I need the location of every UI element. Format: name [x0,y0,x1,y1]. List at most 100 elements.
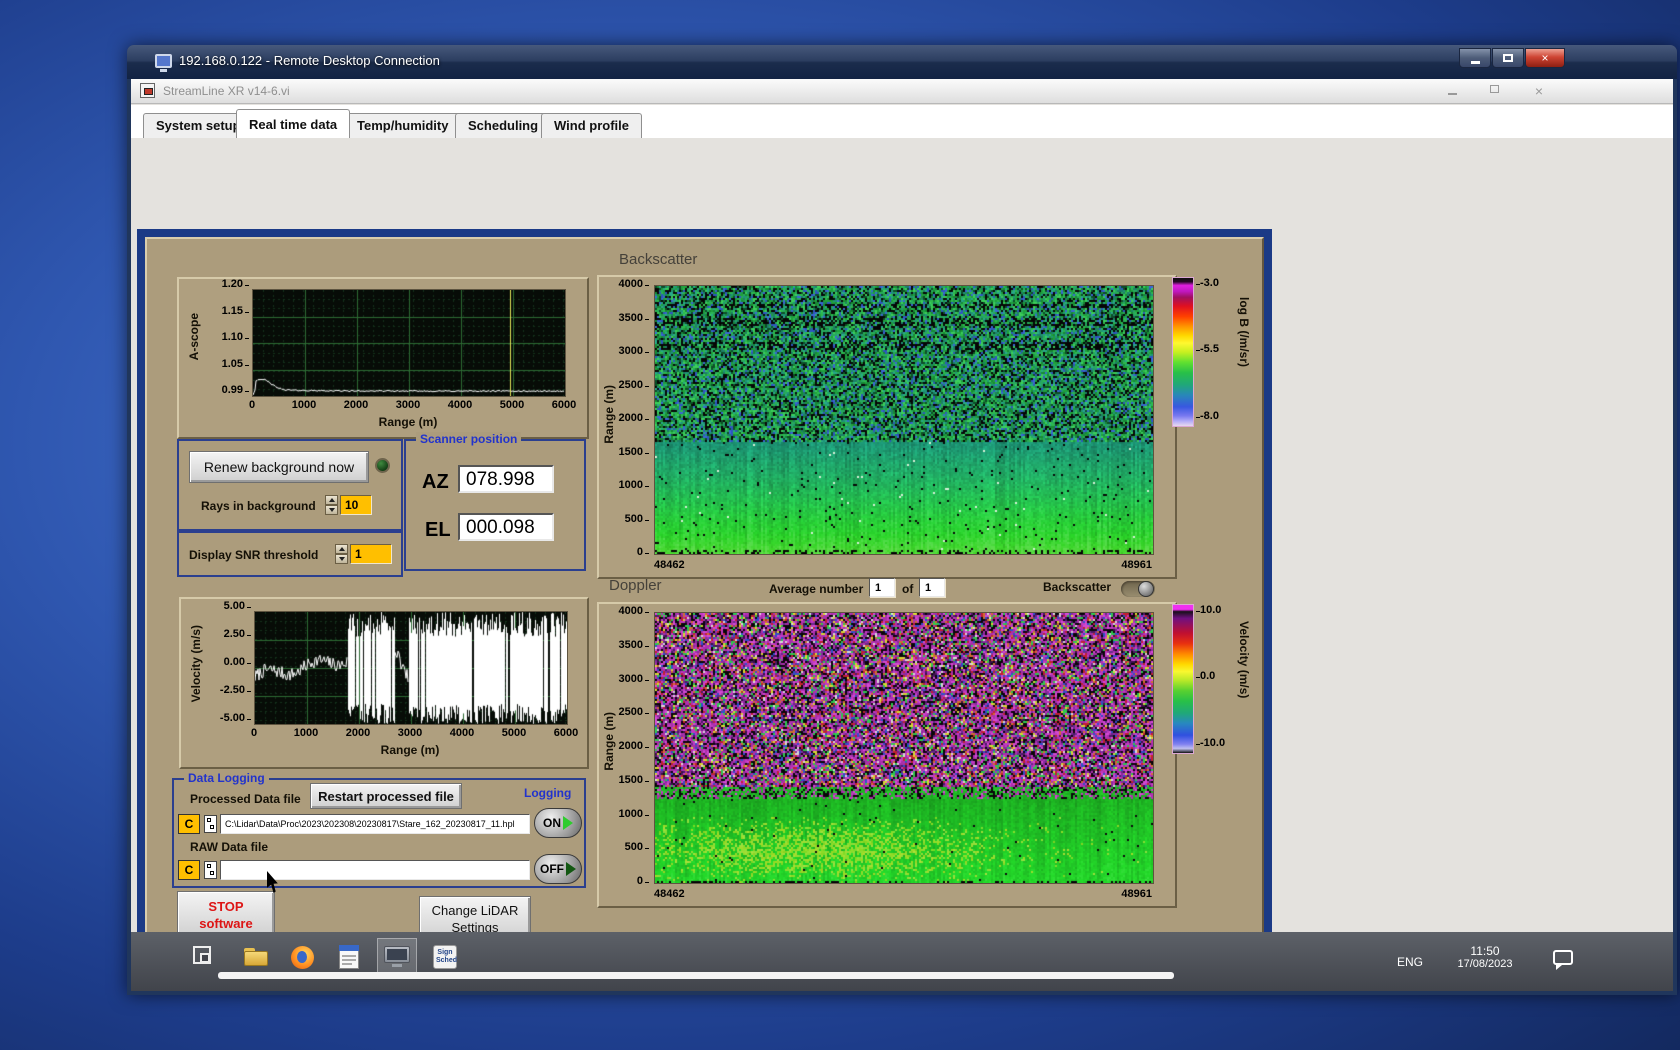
cbar-tick: -8.0 [1196,410,1219,422]
data-logging-cluster: Data Logging Processed Data file Restart… [172,771,586,888]
desktop: 192.168.0.122 - Remote Desktop Connectio… [0,0,1680,1050]
average-number-field[interactable]: 1 [869,578,895,597]
average-total-field[interactable]: 1 [919,578,945,597]
restart-processed-file-button[interactable]: Restart processed file [310,783,462,809]
rays-spinner[interactable] [325,495,338,515]
action-center-icon[interactable] [1553,950,1573,970]
tick-label: 1.15 [221,304,250,317]
remote-taskbar: Sign Sched ENG 11:50 17/08/2023 [131,932,1673,991]
el-label: EL [425,519,451,541]
tick-label: 1.20 [221,278,250,290]
backscatter-toggle-label: Backscatter [1043,580,1112,594]
front-panel: A-scope 1.20 1.15 1.10 1.05 0.99 0 1000 2000 30… [131,138,1673,967]
processed-browse-icon[interactable] [204,815,217,833]
renew-background-button[interactable]: Renew background now [189,451,369,483]
doppler-x-end: 48961 [1121,888,1152,900]
clock-time: 11:50 [1470,944,1500,958]
processed-logging-toggle[interactable]: ON [534,808,582,838]
raw-drive-selector[interactable]: C [178,860,200,880]
labview-vi-icon [140,83,155,98]
doppler-x-start: 48462 [654,888,685,900]
tick-label: 500 [624,841,650,854]
snr-cluster: Display SNR threshold 1 [177,531,403,577]
doppler-colorbar-label: Velocity (m/s) [1237,621,1251,699]
rdp-window: 192.168.0.122 - Remote Desktop Connectio… [127,45,1677,995]
tick-label: 4000 [449,727,475,739]
tick-label: 0 [636,546,650,558]
backscatter-colorbar-label: log B (/m/sr) [1237,297,1251,368]
backscatter-y-ticks: 4000 3500 3000 2500 2000 1500 1000 500 0 [609,278,650,558]
vi-minimize-icon[interactable] [1448,93,1457,95]
tick-label: 6000 [551,399,577,411]
tick-label: 1000 [293,727,319,739]
tick-label: 4000 [447,399,473,411]
doppler-graph: Range (m) 4000 3500 3000 2500 2000 1500 1000 50… [597,602,1177,908]
background-led [375,458,390,473]
clock-date: 17/08/2023 [1457,958,1513,970]
rdp-horizontal-scrollbar[interactable] [218,972,1174,979]
cbar-tick: -3.0 [1196,277,1219,289]
az-value-field[interactable]: 078.998 [458,465,554,493]
tick-label: 0 [248,399,256,411]
raw-browse-icon[interactable] [204,861,217,879]
rdp-titlebar[interactable]: 192.168.0.122 - Remote Desktop Connectio… [127,45,1677,79]
tick-label: 5.00 [223,600,252,612]
tab-real-time-data[interactable]: Real time data [236,109,351,138]
velocity-graph: Velocity (m/s) 5.00 2.50 0.00 -2.50 -5.00 0 1… [179,597,589,769]
raw-logging-toggle[interactable]: OFF [534,854,582,884]
minimize-button[interactable] [1459,48,1491,68]
ascope-y-label: A-scope [187,313,201,361]
of-label: of [902,582,914,596]
cbar-tick: 10.0 [1195,604,1222,616]
tick-label: 1500 [618,773,650,786]
snr-spinner[interactable] [335,544,348,564]
raw-path-field[interactable] [220,860,530,880]
tick-label: -2.50 [219,684,252,696]
velocity-x-label: Range (m) [380,743,440,757]
tab-wind-profile[interactable]: Wind profile [541,113,642,138]
language-indicator[interactable]: ENG [1397,955,1423,969]
raw-data-file-label: RAW Data file [190,840,269,854]
background-cluster: Renew background now Rays in background … [177,439,403,531]
tab-temp-humidity[interactable]: Temp/humidity [344,113,462,138]
maximize-button[interactable] [1492,48,1524,68]
ascope-x-ticks: 0 1000 2000 3000 4000 5000 6000 [248,397,576,411]
vi-titlebar[interactable]: StreamLine XR v14-6.vi × [131,79,1673,104]
scanner-position-cluster: Scanner position AZ 078.998 EL 000.098 [404,432,586,571]
tick-label: 3000 [618,345,650,357]
backscatter-title: Backscatter [619,251,698,268]
tick-label: 5000 [501,727,527,739]
off-arrow-icon [566,862,576,876]
processed-drive-selector[interactable]: C [178,814,200,834]
cbar-tick: -5.5 [1196,343,1219,355]
ascope-plot-area [252,289,566,397]
tab-scheduling[interactable]: Scheduling [455,113,552,138]
remote-session: StreamLine XR v14-6.vi × System setup Re… [131,79,1673,991]
tick-label: 2500 [618,378,650,391]
backscatter-display-toggle[interactable] [1121,581,1155,597]
main-panel: A-scope 1.20 1.15 1.10 1.05 0.99 0 1000 2000 30… [145,237,1264,957]
tick-label: 0.00 [223,656,252,668]
processed-path-field[interactable]: C:\Lidar\Data\Proc\2023\202308\20230817\… [220,814,530,834]
rays-value[interactable]: 10 [340,495,372,515]
el-value-field[interactable]: 000.098 [458,513,554,541]
clock[interactable]: 11:50 17/08/2023 [1445,944,1525,970]
ascope-x-label: Range (m) [378,415,438,429]
vi-close-icon[interactable]: × [1535,84,1543,98]
data-logging-title: Data Logging [184,771,269,785]
tick-label: 4000 [618,278,650,290]
snr-value[interactable]: 1 [350,544,392,564]
tick-label: 5000 [499,399,525,411]
ascope-y-ticks: 1.20 1.15 1.10 1.05 0.99 [205,278,250,396]
panel-frame: A-scope 1.20 1.15 1.10 1.05 0.99 0 1000 2000 30… [137,229,1272,967]
tick-label: 1000 [291,399,317,411]
velocity-y-ticks: 5.00 2.50 0.00 -2.50 -5.00 [203,600,252,724]
tick-label: -5.00 [219,712,252,724]
average-number-label: Average number [769,582,864,596]
tick-label: 0.99 [221,384,250,396]
vi-restore-icon[interactable] [1490,85,1499,93]
doppler-title: Doppler [609,577,662,594]
tick-label: 3000 [397,727,423,739]
cbar-tick: -10.0 [1195,737,1226,749]
close-button[interactable]: × [1525,48,1565,68]
